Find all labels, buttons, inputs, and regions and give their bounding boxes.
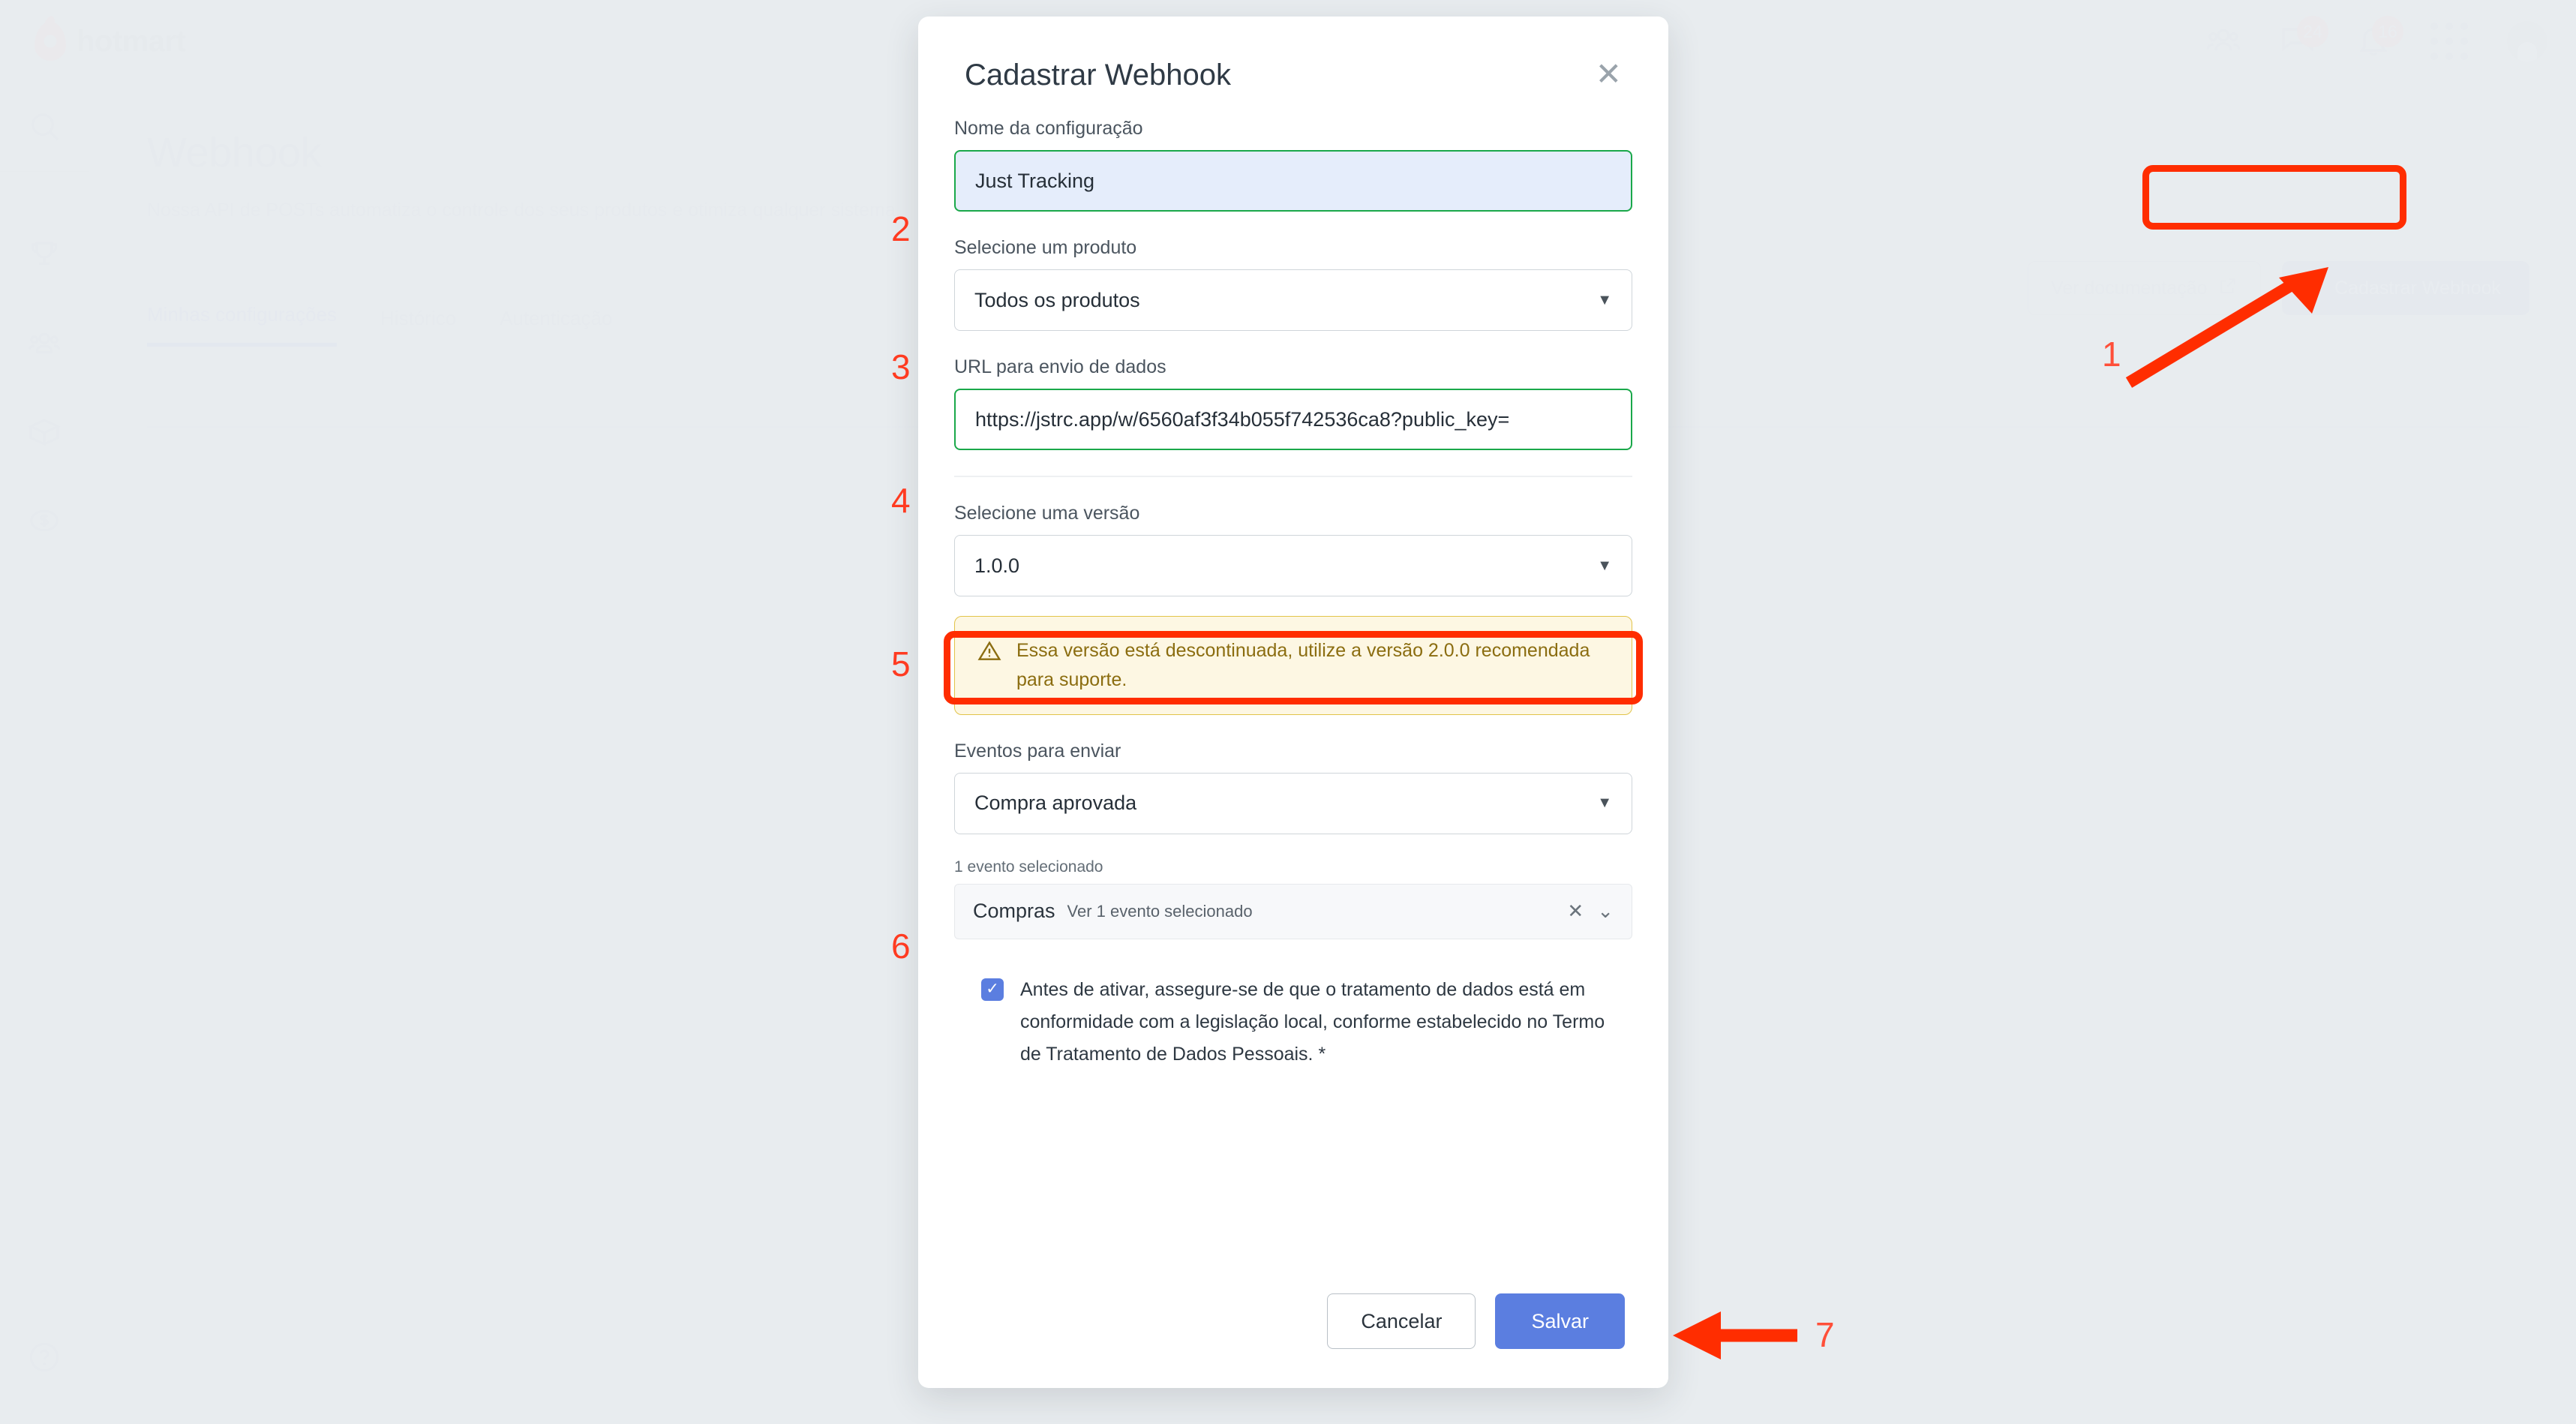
annotation-number-2: 2 bbox=[891, 209, 911, 248]
field-events-label: Eventos para enviar bbox=[954, 740, 1121, 762]
consent-row[interactable]: Antes de ativar, assegure-se de que o tr… bbox=[954, 974, 1632, 1071]
annotation-number-7: 7 bbox=[1815, 1315, 1835, 1354]
name-input-value: Just Tracking bbox=[975, 169, 1095, 192]
selected-events-caption: 1 evento selecionado bbox=[954, 858, 1103, 876]
url-input[interactable]: https://jstrc.app/w/6560af3f34b055f74253… bbox=[954, 389, 1632, 450]
field-name-label: Nome da configuração bbox=[954, 118, 1143, 139]
section-divider bbox=[954, 476, 1632, 477]
annotation-box-create-webhook bbox=[2142, 165, 2406, 230]
annotation-arrow-1 bbox=[2125, 267, 2328, 388]
close-icon[interactable]: ✕ bbox=[1567, 900, 1584, 923]
chevron-down-icon[interactable]: ⌄ bbox=[1597, 900, 1614, 923]
version-select-value: 1.0.0 bbox=[974, 554, 1020, 577]
field-version: Selecione uma versão 1.0.0 ▼ bbox=[954, 503, 1632, 596]
annotation-number-5: 5 bbox=[891, 644, 911, 683]
field-url: URL para envio de dados https://jstrc.ap… bbox=[954, 356, 1632, 450]
annotation-number-1: 1 bbox=[2102, 335, 2121, 374]
events-select[interactable]: Compra aprovada ▼ bbox=[954, 772, 1632, 834]
selected-event-actions: ✕ ⌄ bbox=[1567, 900, 1614, 923]
selected-event-row[interactable]: Compras Ver 1 evento selecionado ✕ ⌄ bbox=[954, 883, 1632, 939]
field-product-label: Selecione um produto bbox=[954, 237, 1137, 258]
product-select-value: Todos os produtos bbox=[974, 288, 1140, 311]
events-select-value: Compra aprovada bbox=[974, 792, 1137, 814]
field-product: Selecione um produto Todos os produtos ▼ bbox=[954, 237, 1632, 331]
url-input-value: https://jstrc.app/w/6560af3f34b055f74253… bbox=[975, 407, 1510, 431]
consent-checkbox[interactable] bbox=[981, 978, 1004, 1001]
modal-footer: Cancelar Salvar bbox=[918, 1293, 1668, 1349]
annotation-number-4: 4 bbox=[891, 481, 911, 520]
name-input[interactable]: Just Tracking bbox=[954, 150, 1632, 212]
save-button[interactable]: Salvar bbox=[1495, 1293, 1625, 1349]
annotation-number-6: 6 bbox=[891, 927, 911, 966]
chevron-down-icon: ▼ bbox=[1597, 795, 1612, 811]
modal-body: Nome da configuração Just Tracking Selec… bbox=[918, 118, 1668, 1071]
chevron-down-icon: ▼ bbox=[1597, 291, 1612, 308]
field-events: Eventos para enviar Compra aprovada ▼ bbox=[954, 741, 1632, 834]
cancel-button[interactable]: Cancelar bbox=[1327, 1293, 1476, 1349]
version-select[interactable]: 1.0.0 ▼ bbox=[954, 535, 1632, 596]
consent-text: Antes de ativar, assegure-se de que o tr… bbox=[1020, 978, 1605, 1065]
field-url-label: URL para envio de dados bbox=[954, 356, 1166, 377]
field-name: Nome da configuração Just Tracking bbox=[954, 118, 1632, 212]
selected-event-subtitle: Ver 1 evento selecionado bbox=[1067, 901, 1253, 921]
field-version-label: Selecione uma versão bbox=[954, 503, 1140, 524]
product-select[interactable]: Todos os produtos ▼ bbox=[954, 269, 1632, 331]
chevron-down-icon: ▼ bbox=[1597, 557, 1612, 574]
close-icon[interactable]: ✕ bbox=[1596, 59, 1622, 90]
annotation-box-version-select bbox=[944, 631, 1643, 704]
annotation-number-3: 3 bbox=[891, 347, 911, 386]
modal-title: Cadastrar Webhook bbox=[965, 59, 1231, 92]
selected-event-title: Compras bbox=[973, 900, 1055, 922]
modal-header: Cadastrar Webhook ✕ bbox=[918, 17, 1668, 92]
